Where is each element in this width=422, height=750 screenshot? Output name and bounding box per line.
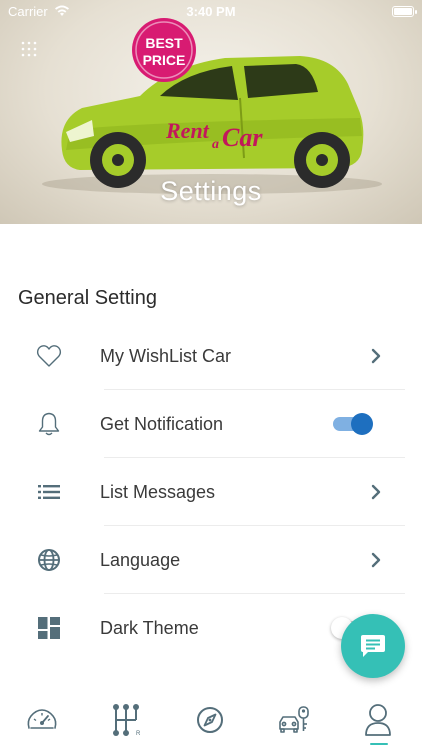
- logo-rent: Rent: [165, 118, 210, 143]
- globe-icon: [35, 546, 63, 574]
- chevron-right-icon: [366, 482, 386, 502]
- profile-icon: [365, 704, 391, 736]
- tab-profile[interactable]: [356, 700, 400, 740]
- compass-icon: [197, 707, 223, 733]
- setting-label: Dark Theme: [100, 617, 199, 638]
- active-tab-indicator: [370, 743, 388, 745]
- tab-compass[interactable]: [188, 700, 232, 740]
- gear-shift-icon: R: [113, 704, 141, 737]
- setting-label: Language: [100, 549, 181, 570]
- bell-icon: [35, 410, 63, 438]
- heart-icon: [35, 342, 63, 370]
- tab-speedometer[interactable]: [20, 700, 64, 740]
- setting-row-language[interactable]: Language: [0, 526, 422, 594]
- dashboard-icon: [35, 614, 63, 642]
- tab-gear-shift[interactable]: R: [104, 700, 148, 740]
- chat-fab-button[interactable]: [341, 614, 405, 678]
- bottom-tab-bar: R: [0, 690, 422, 750]
- car-key-icon: [279, 706, 309, 733]
- hero-banner: BEST PRICE Rent a Car Settings: [0, 0, 422, 224]
- wifi-icon: [54, 5, 69, 16]
- battery-icon: [392, 5, 417, 17]
- chevron-right-icon: [366, 346, 386, 366]
- chat-icon: [361, 635, 385, 657]
- settings-list: My WishList Car Get Notification List Me…: [0, 322, 422, 662]
- status-bar: Carrier 3:40 PM: [0, 0, 422, 22]
- badge-line1: BEST: [145, 35, 183, 51]
- badge-line2: PRICE: [143, 52, 186, 68]
- tab-car-key[interactable]: [272, 700, 316, 740]
- list-icon: [35, 478, 63, 506]
- section-title: General Setting: [18, 287, 157, 309]
- grid-dots-icon[interactable]: [20, 40, 38, 58]
- toggle-knob: [351, 413, 373, 435]
- speedometer-icon: [27, 709, 57, 729]
- svg-text:R: R: [136, 731, 141, 737]
- setting-label: List Messages: [100, 481, 216, 502]
- setting-row-messages[interactable]: List Messages: [0, 458, 422, 526]
- carrier-label: Carrier: [8, 3, 48, 19]
- logo-car: Car: [222, 123, 263, 152]
- setting-row-wishlist[interactable]: My WishList Car: [0, 322, 422, 390]
- logo-a: a: [212, 137, 219, 152]
- page-title: Settings: [160, 176, 262, 206]
- notification-toggle[interactable]: [333, 412, 375, 436]
- chevron-right-icon: [366, 550, 386, 570]
- setting-label: Get Notification: [100, 413, 224, 434]
- setting-row-notification[interactable]: Get Notification: [0, 390, 422, 458]
- setting-label: My WishList Car: [100, 345, 232, 366]
